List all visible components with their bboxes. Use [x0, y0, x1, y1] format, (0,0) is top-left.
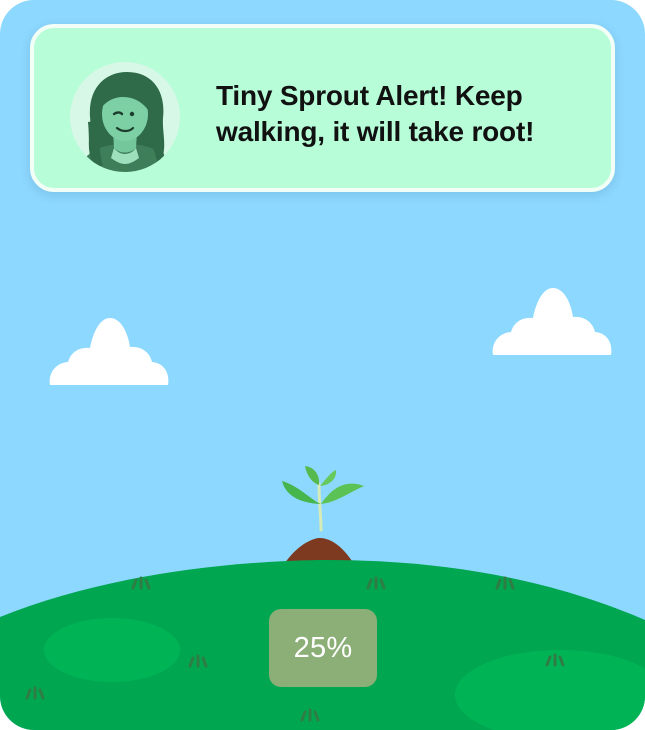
hill-scene — [0, 466, 645, 730]
progress-badge: 25% — [269, 609, 377, 687]
notification-banner: Tiny Sprout Alert! Keep walking, it will… — [30, 24, 615, 192]
cloud-icon — [492, 288, 612, 355]
notification-message: Tiny Sprout Alert! Keep walking, it will… — [216, 80, 535, 147]
sprout-screen: Tiny Sprout Alert! Keep walking, it will… — [0, 0, 645, 730]
sprout-icon — [282, 466, 364, 567]
woman-avatar-icon — [70, 62, 180, 172]
cloud-icon — [49, 318, 169, 385]
